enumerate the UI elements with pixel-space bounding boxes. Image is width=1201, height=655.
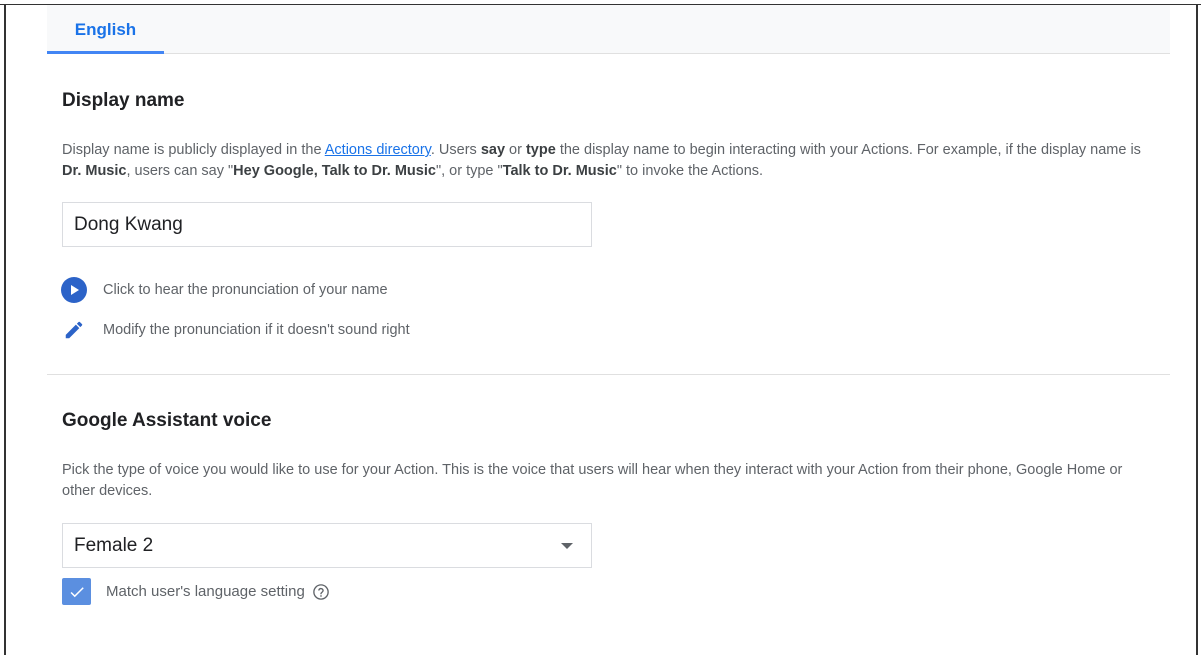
help-icon[interactable]	[312, 583, 330, 601]
hear-pronunciation-label: Click to hear the pronunciation of your …	[103, 282, 388, 298]
tab-english[interactable]: English	[47, 5, 164, 54]
pencil-icon[interactable]	[61, 317, 87, 343]
match-language-label: Match user's language setting	[106, 583, 305, 600]
frame-border-left	[4, 4, 6, 655]
dropdown-caret-icon	[561, 542, 573, 549]
actions-directory-link[interactable]: Actions directory	[325, 142, 431, 158]
section-divider	[47, 374, 1170, 375]
frame-border-right	[1196, 4, 1198, 655]
display-name-heading: Display name	[62, 90, 185, 111]
assistant-voice-heading: Google Assistant voice	[62, 410, 272, 431]
hear-pronunciation-row[interactable]: Click to hear the pronunciation of your …	[61, 277, 388, 303]
match-language-checkbox[interactable]	[62, 578, 91, 605]
voice-select[interactable]: Female 2	[62, 523, 592, 568]
voice-select-value: Female 2	[74, 534, 154, 556]
display-name-input[interactable]: Dong Kwang	[62, 202, 592, 247]
match-language-row: Match user's language setting	[62, 578, 330, 605]
modify-pronunciation-row[interactable]: Modify the pronunciation if it doesn't s…	[61, 317, 410, 343]
assistant-voice-description: Pick the type of voice you would like to…	[62, 462, 1123, 499]
play-icon[interactable]	[61, 277, 87, 303]
display-name-description: Display name is publicly displayed in th…	[62, 142, 1141, 179]
language-tab-bar: English	[47, 5, 1170, 54]
checkmark-icon	[70, 586, 84, 597]
modify-pronunciation-label: Modify the pronunciation if it doesn't s…	[103, 322, 410, 338]
